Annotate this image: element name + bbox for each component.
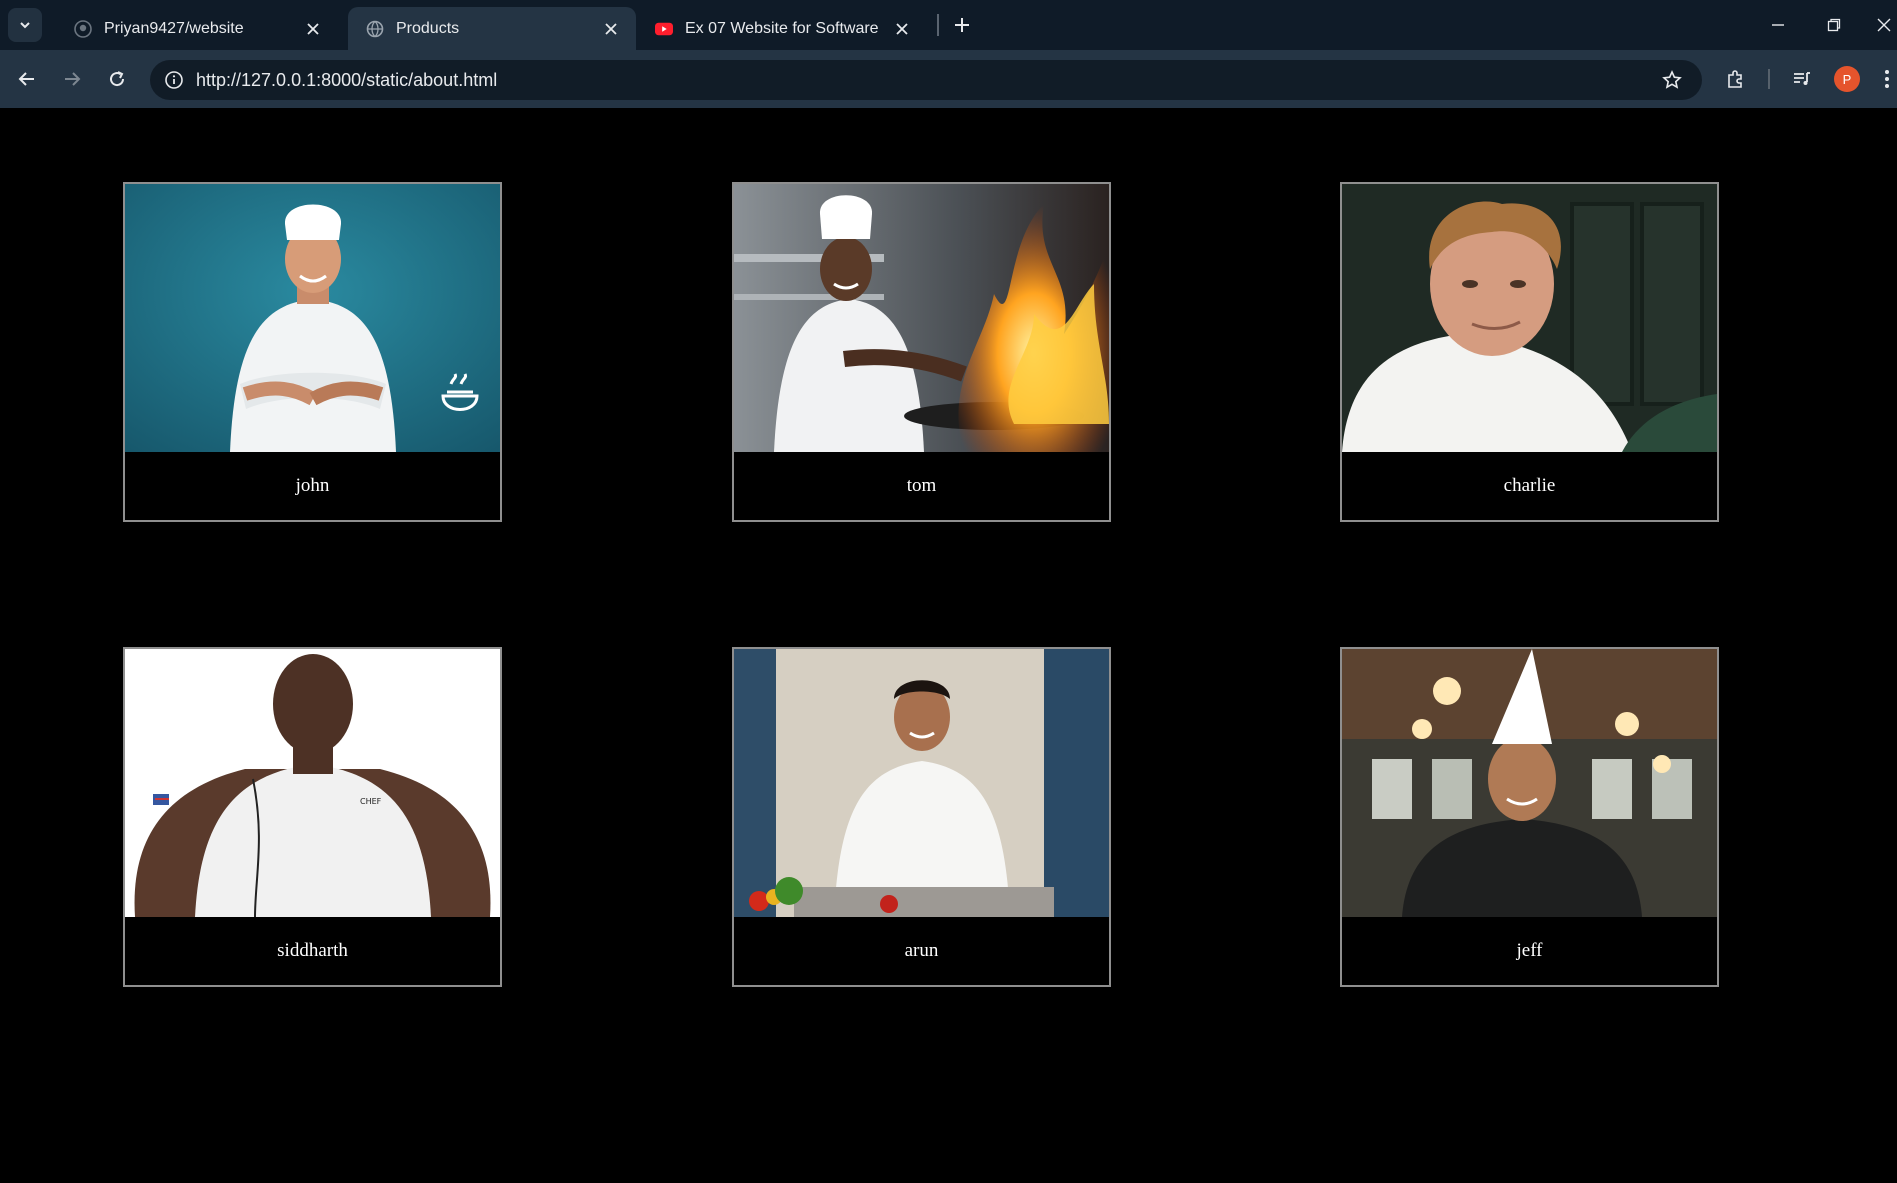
github-icon [74,19,92,38]
more-vert-icon [1884,70,1889,88]
tab-separator [937,14,939,36]
back-button[interactable] [10,62,44,96]
url-text[interactable]: http://127.0.0.1:8000/static/about.html [196,70,497,91]
chef-card-jeff: jeff [1340,647,1719,987]
chef-photo [1342,184,1717,452]
tab-youtube[interactable]: Ex 07 Website for Software Con [637,7,927,50]
arrow-right-icon [65,72,81,86]
new-tab-button[interactable] [948,11,976,39]
tab-search-button[interactable] [8,8,42,42]
chef-card-siddharth: CHEF siddharth [123,647,502,987]
chevron-down-icon [20,22,30,29]
browser-toolbar: http://127.0.0.1:8000/static/about.html … [0,50,1897,108]
chef-name: john [295,475,330,496]
svg-text:CHEF: CHEF [360,797,382,806]
browser-menu-button[interactable] [1876,62,1897,96]
close-icon[interactable] [891,18,913,40]
plus-icon [955,18,969,32]
arrow-left-icon [18,72,34,86]
reload-icon [110,71,125,87]
site-info-icon[interactable] [160,66,188,94]
chef-name: arun [904,940,939,961]
chef-name: siddharth [277,940,348,961]
toolbar-divider [1768,69,1770,89]
chef-name: jeff [1516,940,1543,961]
tab-strip: Priyan9427/website Products Ex 07 Websit… [0,0,1897,50]
chef-photo [734,649,1109,917]
puzzle-icon [1728,70,1742,88]
minimize-icon [1772,24,1784,26]
queue-music-icon [1794,72,1810,85]
tab-title: Priyan9427/website [104,19,244,37]
bookmark-star-icon[interactable] [1658,66,1686,94]
close-icon[interactable] [302,18,324,40]
tab-title: Ex 07 Website for Software Con [685,19,883,37]
reload-button[interactable] [100,62,134,96]
close-icon [1877,18,1890,32]
profile-avatar[interactable]: P [1834,66,1860,92]
window-close-button[interactable] [1870,8,1897,42]
chef-photo [734,184,1109,452]
chef-photo: CHEF [125,649,500,917]
chef-card-john: john [123,182,502,522]
globe-icon [366,20,384,38]
tab-title: Products [396,19,460,37]
chef-photo [125,184,500,452]
page-content: john tom charlie CHEF siddharth arun jef… [0,108,1897,1183]
forward-button[interactable] [55,62,89,96]
chef-photo [1342,649,1717,917]
tab-products[interactable]: Products [348,7,636,50]
close-icon[interactable] [600,18,622,40]
restore-button[interactable] [1814,8,1854,42]
minimize-button[interactable] [1758,8,1798,42]
chef-name: tom [906,475,937,496]
chef-card-tom: tom [732,182,1111,522]
chef-card-charlie: charlie [1340,182,1719,522]
youtube-icon [655,20,673,38]
restore-icon [1827,18,1841,32]
chef-name: charlie [1503,475,1556,496]
media-controls-button[interactable] [1785,62,1819,96]
tab-github[interactable]: Priyan9427/website [56,7,338,50]
chef-card-arun: arun [732,647,1111,987]
extensions-button[interactable] [1718,62,1752,96]
address-bar[interactable]: http://127.0.0.1:8000/static/about.html [150,60,1702,100]
